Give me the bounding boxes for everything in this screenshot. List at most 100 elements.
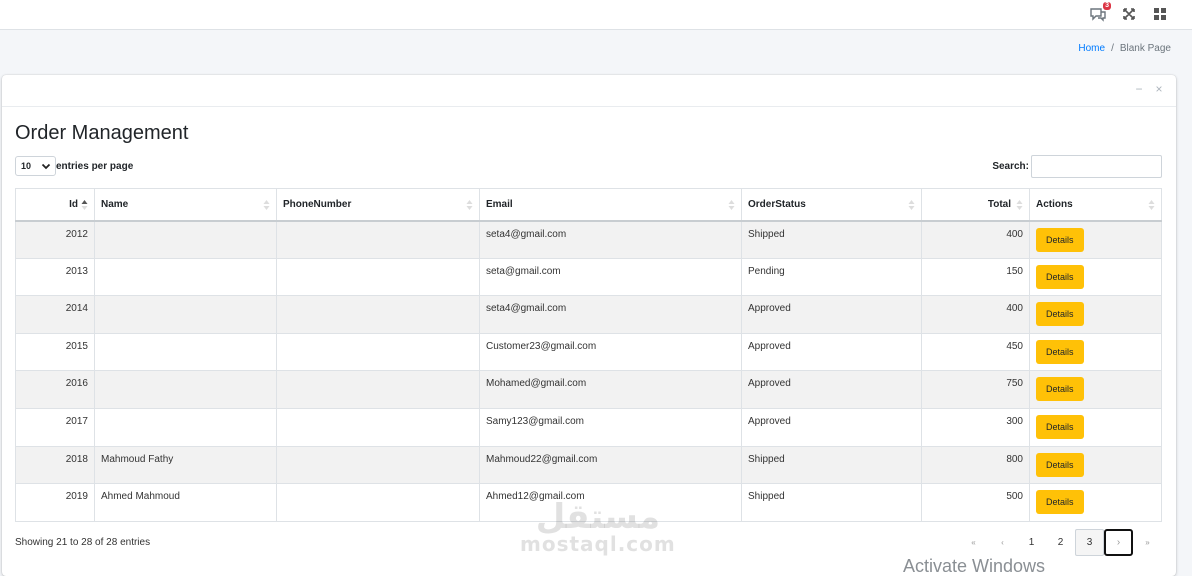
search-label: Search: xyxy=(992,161,1029,172)
order-management-card: − × Order Management 10 entries per page… xyxy=(2,75,1176,576)
cell-actions: Details xyxy=(1029,332,1162,372)
cell-status: Approved xyxy=(741,332,922,372)
cell-id: 2016 xyxy=(15,370,95,409)
cell-phone xyxy=(276,370,480,409)
cell-phone xyxy=(276,332,480,372)
table-row: 2019 Ahmed Mahmoud Ahmed12@gmail.com Shi… xyxy=(15,483,1162,522)
cell-email: Mahmoud22@gmail.com xyxy=(479,445,742,485)
comments-icon[interactable]: 3 xyxy=(1088,2,1111,24)
details-button[interactable]: Details xyxy=(1036,227,1084,252)
page-next-button[interactable]: › xyxy=(1104,529,1133,556)
cell-id: 2019 xyxy=(15,483,95,522)
cell-actions: Details xyxy=(1029,295,1162,334)
message-count-badge: 3 xyxy=(1103,2,1111,10)
cell-name xyxy=(94,407,277,447)
page-2-button[interactable]: 2 xyxy=(1046,529,1075,556)
cell-phone xyxy=(276,483,480,522)
chevron-down-icon xyxy=(41,163,51,170)
cell-phone xyxy=(276,445,480,485)
cell-actions: Details xyxy=(1029,257,1162,297)
details-button[interactable]: Details xyxy=(1036,377,1084,402)
cell-id: 2018 xyxy=(15,445,95,485)
details-button[interactable]: Details xyxy=(1036,490,1084,515)
cell-id: 2017 xyxy=(15,407,95,447)
details-button[interactable]: Details xyxy=(1036,452,1084,477)
column-header-name[interactable]: Name xyxy=(94,188,277,222)
orders-table: Id Name PhoneNumber Email OrderStatus To… xyxy=(15,188,1162,522)
sort-icon xyxy=(908,200,915,210)
cell-id: 2015 xyxy=(15,332,95,372)
table-header-row: Id Name PhoneNumber Email OrderStatus To… xyxy=(15,188,1162,222)
cell-status: Shipped xyxy=(741,220,922,259)
cell-actions: Details xyxy=(1029,445,1162,485)
table-row: 2018 Mahmoud Fathy Mahmoud22@gmail.com S… xyxy=(15,445,1162,485)
minimize-icon[interactable]: − xyxy=(1132,82,1146,96)
sort-icon xyxy=(728,200,735,210)
entries-per-page-value: 10 xyxy=(21,161,32,171)
sort-icon xyxy=(1016,200,1023,210)
cell-status: Shipped xyxy=(741,445,922,485)
page-first-button[interactable]: « xyxy=(959,529,988,556)
sort-icon xyxy=(263,200,270,210)
cell-email: Customer23@gmail.com xyxy=(479,332,742,372)
cell-total: 150 xyxy=(921,257,1030,297)
cell-phone xyxy=(276,257,480,297)
cell-id: 2014 xyxy=(15,295,95,334)
details-button[interactable]: Details xyxy=(1036,339,1084,364)
column-header-phonenumber[interactable]: PhoneNumber xyxy=(276,188,480,222)
column-header-orderstatus[interactable]: OrderStatus xyxy=(741,188,922,222)
cell-actions: Details xyxy=(1029,370,1162,409)
cell-total: 750 xyxy=(921,370,1030,409)
expand-icon[interactable] xyxy=(1119,4,1139,24)
search-control: Search: xyxy=(992,155,1162,178)
page-1-button[interactable]: 1 xyxy=(1017,529,1046,556)
activate-windows-notice: Activate Windows xyxy=(903,556,1046,576)
search-input[interactable] xyxy=(1031,155,1162,178)
top-navbar: 3 xyxy=(0,0,1192,30)
page-last-button[interactable]: » xyxy=(1133,529,1162,556)
table-row: 2015 Customer23@gmail.com Approved 450 D… xyxy=(15,332,1162,372)
details-button[interactable]: Details xyxy=(1036,414,1084,439)
close-icon[interactable]: × xyxy=(1152,82,1166,96)
cell-name xyxy=(94,295,277,334)
cell-status: Approved xyxy=(741,370,922,409)
sort-icon xyxy=(1148,200,1155,210)
cell-total: 800 xyxy=(921,445,1030,485)
column-header-actions[interactable]: Actions xyxy=(1029,188,1162,222)
grid-icon[interactable] xyxy=(1150,4,1170,24)
details-button[interactable]: Details xyxy=(1036,264,1084,289)
details-button[interactable]: Details xyxy=(1036,302,1084,327)
cell-name xyxy=(94,257,277,297)
cell-name xyxy=(94,220,277,259)
entries-length-control: 10 entries per page xyxy=(15,156,133,176)
entries-per-page-select[interactable]: 10 xyxy=(15,156,56,176)
cell-name: Ahmed Mahmoud xyxy=(94,483,277,522)
table-row: 2016 Mohamed@gmail.com Approved 750 Deta… xyxy=(15,370,1162,409)
cell-phone xyxy=(276,220,480,259)
breadcrumb-current: Blank Page xyxy=(1119,43,1171,54)
sort-icon xyxy=(466,200,473,210)
cell-actions: Details xyxy=(1029,407,1162,447)
cell-name xyxy=(94,332,277,372)
cell-actions: Details xyxy=(1029,220,1162,259)
cell-email: Samy123@gmail.com xyxy=(479,407,742,447)
pagination: « ‹ 1 2 3 › » xyxy=(959,529,1162,556)
table-row: 2017 Samy123@gmail.com Approved 300 Deta… xyxy=(15,407,1162,447)
column-header-id[interactable]: Id xyxy=(15,188,95,222)
page-3-button[interactable]: 3 xyxy=(1075,529,1104,556)
cell-status: Shipped xyxy=(741,483,922,522)
cell-total: 450 xyxy=(921,332,1030,372)
table-row: 2012 seta4@gmail.com Shipped 400 Details xyxy=(15,220,1162,259)
column-header-total[interactable]: Total xyxy=(921,188,1030,222)
page-prev-button[interactable]: ‹ xyxy=(988,529,1017,556)
column-header-email[interactable]: Email xyxy=(479,188,742,222)
cell-email: Ahmed12@gmail.com xyxy=(479,483,742,522)
sort-ascending-icon xyxy=(81,200,88,210)
cell-status: Approved xyxy=(741,295,922,334)
cell-status: Pending xyxy=(741,257,922,297)
cell-phone xyxy=(276,295,480,334)
breadcrumb-home-link[interactable]: Home xyxy=(1078,43,1105,54)
breadcrumb: Home / Blank Page xyxy=(1078,43,1171,54)
entries-per-page-label: entries per page xyxy=(56,160,134,172)
table-row: 2014 seta4@gmail.com Approved 400 Detail… xyxy=(15,295,1162,334)
